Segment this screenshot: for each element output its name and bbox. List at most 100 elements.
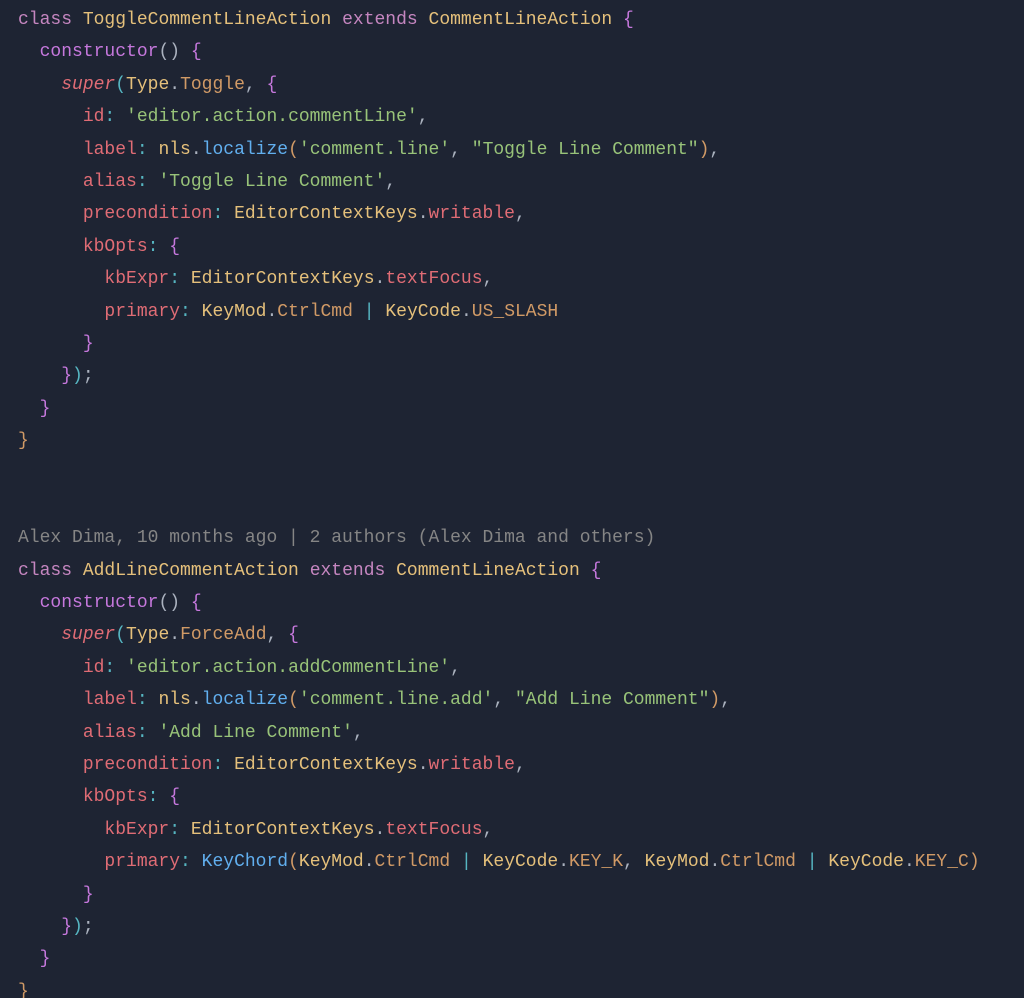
line: kbExpr: EditorContextKeys.textFocus, xyxy=(18,820,493,840)
prop-kbopts: kbOpts xyxy=(83,787,148,807)
prop-label: label xyxy=(83,690,137,710)
line: label: nls.localize('comment.line.add', … xyxy=(18,690,731,710)
string-alias: 'Toggle Line Comment' xyxy=(158,172,385,192)
prop-kbexpr: kbExpr xyxy=(104,820,169,840)
line: constructor() { xyxy=(18,42,202,62)
dot: . xyxy=(709,852,720,872)
dot: . xyxy=(418,204,429,224)
comma: , xyxy=(483,269,494,289)
nls: nls xyxy=(158,690,190,710)
comma: , xyxy=(515,755,526,775)
editor-context-keys: EditorContextKeys xyxy=(234,755,418,775)
string-alias: 'Add Line Comment' xyxy=(158,723,352,743)
dot: . xyxy=(191,690,202,710)
prop-id: id xyxy=(83,658,105,678)
nls: nls xyxy=(158,140,190,160)
comma: , xyxy=(450,140,461,160)
keyword-class: class xyxy=(18,10,72,30)
enum-val: Toggle xyxy=(180,75,245,95)
prop-id: id xyxy=(83,107,105,127)
enum-type: Type xyxy=(126,75,169,95)
colon: : xyxy=(104,658,115,678)
dot: . xyxy=(558,852,569,872)
prop-alias: alias xyxy=(83,172,137,192)
localize-val: "Toggle Line Comment" xyxy=(472,140,699,160)
comma: , xyxy=(709,140,720,160)
line: } xyxy=(18,334,94,354)
writable: writable xyxy=(429,755,515,775)
prop-precondition: precondition xyxy=(83,204,213,224)
comma: , xyxy=(450,658,461,678)
comma: , xyxy=(418,107,429,127)
comma: , xyxy=(353,723,364,743)
brace-open: { xyxy=(191,42,202,62)
ctrlcmd: CtrlCmd xyxy=(277,302,353,322)
comma: , xyxy=(245,75,256,95)
prop-kbopts: kbOpts xyxy=(83,237,148,257)
line: } xyxy=(18,399,50,419)
brace-open: { xyxy=(623,10,634,30)
line: constructor() { xyxy=(18,593,202,613)
line: alias: 'Toggle Line Comment', xyxy=(18,172,396,192)
paren-open: ( xyxy=(115,75,126,95)
keychord: KeyChord xyxy=(202,852,288,872)
prop-primary: primary xyxy=(104,302,180,322)
brace-close: } xyxy=(40,399,51,419)
blank-line xyxy=(18,457,1006,489)
colon: : xyxy=(180,852,191,872)
brace-open: { xyxy=(267,75,278,95)
paren-open: ( xyxy=(288,140,299,160)
code-editor[interactable]: class ToggleCommentLineAction extends Co… xyxy=(0,0,1024,998)
keycode: KeyCode xyxy=(828,852,904,872)
colon: : xyxy=(180,302,191,322)
keyword-extends: extends xyxy=(310,561,386,581)
keymod: KeyMod xyxy=(299,852,364,872)
line: alias: 'Add Line Comment', xyxy=(18,723,364,743)
keycode: KeyCode xyxy=(385,302,461,322)
colon: : xyxy=(137,172,148,192)
git-blame-annotation[interactable]: Alex Dima, 10 months ago | 2 authors (Al… xyxy=(18,528,655,548)
keyword-class: class xyxy=(18,561,72,581)
keymod: KeyMod xyxy=(202,302,267,322)
line: class ToggleCommentLineAction extends Co… xyxy=(18,10,634,30)
paren-open: ( xyxy=(288,690,299,710)
writable: writable xyxy=(429,204,515,224)
paren-empty: () xyxy=(158,593,180,613)
colon: : xyxy=(169,820,180,840)
dot: . xyxy=(418,755,429,775)
brace-close: } xyxy=(61,917,72,937)
line: } xyxy=(18,431,29,451)
ctrlcmd: CtrlCmd xyxy=(720,852,796,872)
brace-open: { xyxy=(288,625,299,645)
editor-context-keys: EditorContextKeys xyxy=(234,204,418,224)
dot: . xyxy=(191,140,202,160)
line: super(Type.Toggle, { xyxy=(18,75,277,95)
pipe: | xyxy=(364,302,375,322)
key-k: KEY_K xyxy=(569,852,623,872)
line: kbOpts: { xyxy=(18,787,180,807)
key-c: KEY_C xyxy=(915,852,969,872)
textfocus: textFocus xyxy=(385,269,482,289)
prop-alias: alias xyxy=(83,723,137,743)
class-name: AddLineCommentAction xyxy=(83,561,299,581)
line: } xyxy=(18,885,94,905)
ctrlcmd: CtrlCmd xyxy=(375,852,451,872)
colon: : xyxy=(148,237,159,257)
comma: , xyxy=(515,204,526,224)
localize-key: 'comment.line' xyxy=(299,140,450,160)
paren-close: ) xyxy=(72,366,83,386)
constructor: constructor xyxy=(40,42,159,62)
paren-close: ) xyxy=(969,852,980,872)
paren-close: ) xyxy=(72,917,83,937)
textfocus: textFocus xyxy=(385,820,482,840)
class-name: ToggleCommentLineAction xyxy=(83,10,331,30)
prop-kbexpr: kbExpr xyxy=(104,269,169,289)
dot: . xyxy=(169,75,180,95)
keyword-extends: extends xyxy=(342,10,418,30)
line: }); xyxy=(18,917,94,937)
line: kbOpts: { xyxy=(18,237,180,257)
codelens-line[interactable]: Alex Dima, 10 months ago | 2 authors (Al… xyxy=(18,528,655,548)
paren-open: ( xyxy=(115,625,126,645)
comma: , xyxy=(720,690,731,710)
comma: , xyxy=(493,690,504,710)
